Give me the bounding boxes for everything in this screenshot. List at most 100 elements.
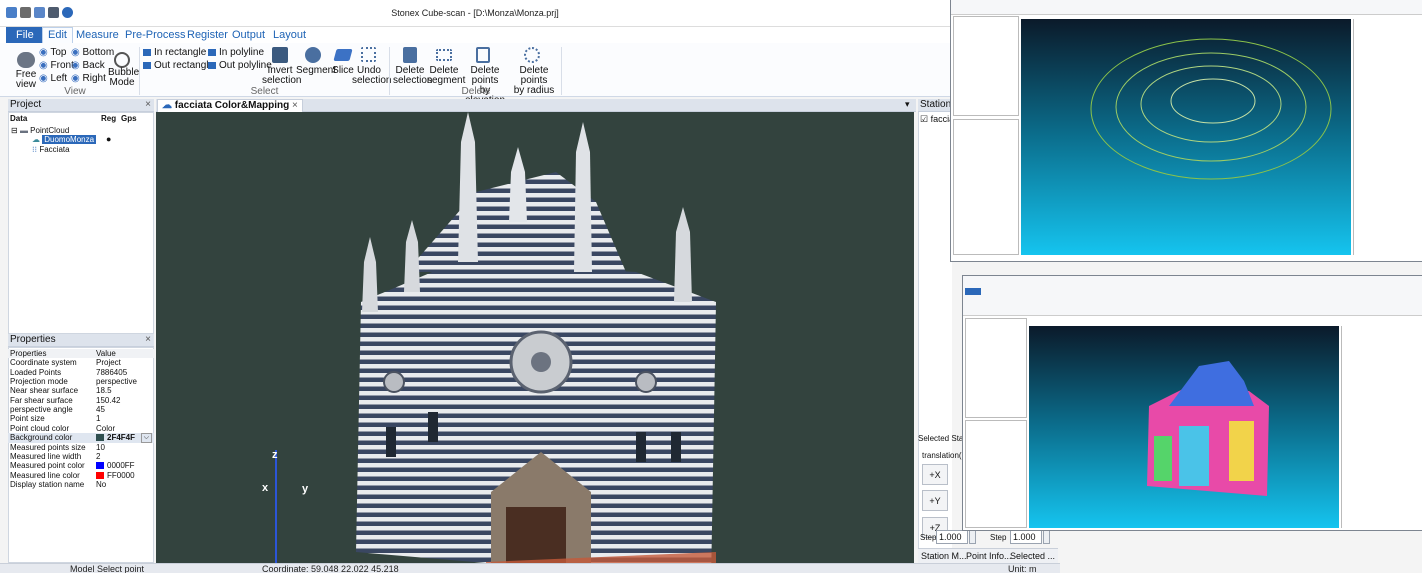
- ribbon-separator: [389, 47, 390, 95]
- prop-value[interactable]: 150.42: [94, 395, 154, 405]
- col-reg: Reg: [101, 114, 117, 123]
- mini-project-panel: [953, 16, 1019, 116]
- station-item[interactable]: ☑ faccia: [920, 114, 954, 125]
- side-oculus: [383, 371, 405, 393]
- prop-value[interactable]: perspective: [94, 377, 154, 386]
- prop-key: Coordinate system: [10, 358, 77, 368]
- bubble-mode-icon: [114, 52, 130, 68]
- tree-item-facciata[interactable]: ⁝⁝ Facciata: [32, 145, 70, 154]
- undo-selection-icon: [361, 47, 376, 62]
- mini-properties-panel: [965, 420, 1027, 528]
- top-view-button[interactable]: ◉ Top: [39, 47, 66, 58]
- dropdown-chevron-icon[interactable]: ⌵: [140, 432, 152, 443]
- main-door: [506, 507, 566, 563]
- spire: [458, 112, 478, 262]
- menu-register[interactable]: Register: [187, 29, 228, 41]
- bottom-view-icon: ◉: [71, 47, 80, 58]
- delete-by-elevation-icon: [476, 47, 490, 63]
- prop-value[interactable]: 10: [94, 443, 154, 452]
- tab-point-info[interactable]: Point Info...: [966, 551, 1012, 561]
- back-view-button[interactable]: ◉ Back: [71, 60, 105, 71]
- step-spinner[interactable]: [969, 530, 976, 544]
- prop-key: Projection mode: [10, 377, 68, 387]
- status-coordinate: Coordinate: 59.048 22.022 45.218: [262, 564, 399, 573]
- menu-output[interactable]: Output: [232, 29, 265, 41]
- prop-value[interactable]: No: [94, 480, 154, 489]
- invert-selection-button[interactable]: Invert selection: [262, 66, 301, 86]
- menu-bar: File Edit Measure Pre-Process Register O…: [0, 27, 950, 43]
- spire: [674, 207, 692, 302]
- prop-value[interactable]: 2F4F4F ⌵: [94, 432, 154, 443]
- delete-selection-icon: [403, 47, 417, 63]
- menu-edit[interactable]: Edit: [42, 27, 73, 43]
- close-icon[interactable]: ×: [145, 99, 151, 111]
- prop-key: Point size: [10, 414, 45, 424]
- plus-x-button[interactable]: +X: [922, 464, 948, 485]
- plus-y-button[interactable]: +Y: [922, 490, 948, 511]
- ribbon-separator: [561, 47, 562, 95]
- delete-segment-icon: [436, 49, 452, 61]
- prop-key: Far shear surface: [10, 395, 73, 405]
- gps-icon: ●: [106, 134, 112, 144]
- prop-value[interactable]: FF0000: [94, 471, 154, 480]
- step-label: Step: [920, 533, 937, 542]
- segment-region: [1154, 436, 1172, 481]
- left-view-icon: ◉: [39, 73, 48, 84]
- tab-station-manager[interactable]: Station M...: [921, 551, 967, 561]
- tab-facciata[interactable]: ☁ facciata Color&Mapping ×: [157, 99, 303, 112]
- prop-header: Properties: [10, 349, 47, 359]
- project-panel-header: Project ×: [8, 99, 154, 112]
- out-rectangle-button[interactable]: Out rectangle: [143, 60, 214, 71]
- step-input[interactable]: 1.000: [1010, 530, 1042, 544]
- prop-value[interactable]: Project: [94, 358, 154, 367]
- menu-preprocess[interactable]: Pre-Process: [125, 29, 186, 41]
- prop-key: Measured points size: [10, 442, 86, 452]
- spire: [574, 122, 592, 272]
- delete-selection-button[interactable]: Delete selection: [393, 66, 432, 86]
- in-polyline-button[interactable]: In polyline: [208, 47, 264, 58]
- step-spinner[interactable]: [1043, 530, 1050, 544]
- left-view-button[interactable]: ◉ Left: [39, 73, 67, 84]
- step-input[interactable]: 1.000: [936, 530, 968, 544]
- view-group-label: View: [64, 86, 86, 97]
- bubble-mode-button[interactable]: Bubble Mode: [108, 68, 139, 88]
- free-view-icon: [17, 52, 35, 68]
- close-icon[interactable]: ×: [145, 334, 151, 346]
- color-swatch: [96, 471, 104, 479]
- menu-measure[interactable]: Measure: [76, 29, 119, 41]
- tab-dropdown-icon[interactable]: ▾: [905, 99, 910, 110]
- checkbox-icon[interactable]: ☑: [920, 114, 928, 124]
- x-axis-label: x: [262, 482, 269, 494]
- front-view-button[interactable]: ◉ Front: [39, 60, 74, 71]
- prop-value[interactable]: 0000FF: [94, 461, 154, 470]
- tab-selected[interactable]: Selected ...: [1010, 551, 1055, 561]
- prop-key: Near shear surface: [10, 386, 79, 396]
- in-rectangle-button[interactable]: In rectangle: [143, 47, 206, 58]
- bottom-view-button[interactable]: ◉ Bottom: [71, 47, 114, 58]
- window: [636, 432, 646, 462]
- segment-button[interactable]: Segment: [296, 66, 336, 76]
- prop-key: Point cloud color: [10, 423, 70, 433]
- prop-value[interactable]: 2: [94, 452, 154, 461]
- folder-icon: ▬: [19, 126, 28, 135]
- right-view-button[interactable]: ◉ Right: [71, 73, 106, 84]
- undo-selection-button[interactable]: Undo selection: [352, 66, 391, 86]
- collapse-icon[interactable]: ⊟: [11, 126, 18, 135]
- color-swatch: [96, 462, 104, 470]
- tree-root-pointcloud[interactable]: ⊟ ▬ PointCloud: [11, 126, 69, 135]
- delete-segment-button[interactable]: Delete segment: [427, 66, 465, 86]
- prop-value[interactable]: 18.5: [94, 386, 154, 395]
- menu-file[interactable]: File: [6, 27, 44, 43]
- prop-key: Background color: [10, 433, 73, 443]
- prop-value[interactable]: Color: [94, 423, 154, 433]
- screenshot-thumbnail-segmented: [962, 275, 1422, 531]
- tree-item-duomomonza[interactable]: ☁ DuomoMonza: [32, 135, 97, 144]
- delete-by-radius-icon: [524, 47, 540, 63]
- close-icon[interactable]: ×: [292, 100, 298, 111]
- prop-value[interactable]: 7886405: [94, 368, 154, 377]
- prop-key: Measured line width: [10, 452, 82, 462]
- menu-layout[interactable]: Layout: [273, 29, 306, 41]
- prop-value[interactable]: 1: [94, 414, 154, 423]
- prop-value[interactable]: 45: [94, 405, 154, 414]
- point-cloud-viewport[interactable]: z x y: [156, 112, 914, 563]
